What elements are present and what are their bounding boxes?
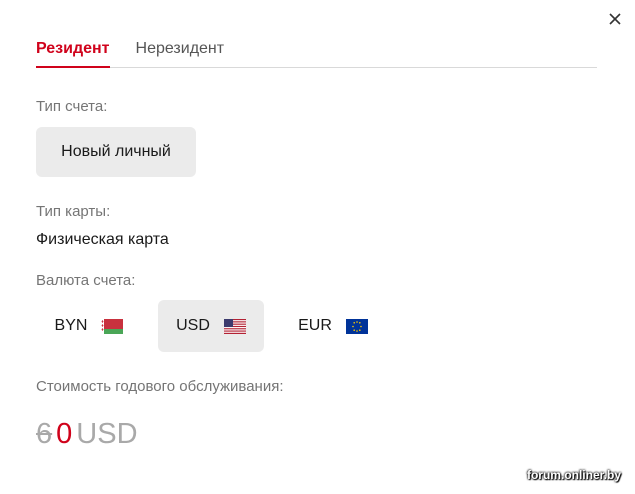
service-price: 6 0 USD — [36, 418, 138, 451]
currency-option-usd[interactable]: USD — [158, 300, 264, 352]
currency-options: BYN USD EUR — [36, 300, 402, 352]
account-type-value: Новый личный — [61, 143, 171, 160]
currency-option-eur[interactable]: EUR — [280, 300, 386, 352]
service-cost-label: Стоимость годового обслуживания: — [36, 378, 284, 395]
tab-nonresident[interactable]: Нерезидент — [136, 36, 225, 68]
usa-flag-icon — [223, 318, 246, 334]
new-price: 0 — [56, 418, 73, 450]
card-order-dialog: Резидент Нерезидент Тип счета: Новый лич… — [0, 0, 635, 494]
residency-tabs: Резидент Нерезидент — [36, 36, 597, 68]
watermark: forum.onliner.by — [526, 468, 621, 482]
price-currency: USD — [76, 418, 138, 450]
card-type-label: Тип карты: — [36, 203, 111, 220]
account-type-label: Тип счета: — [36, 98, 108, 115]
close-icon[interactable] — [604, 8, 626, 30]
currency-option-byn[interactable]: BYN — [36, 300, 142, 352]
card-type-value: Физическая карта — [36, 231, 169, 248]
currency-label: Валюта счета: — [36, 272, 136, 289]
currency-code: USD — [176, 317, 210, 334]
currency-code: BYN — [54, 317, 88, 334]
tab-resident[interactable]: Резидент — [36, 36, 110, 68]
account-type-button[interactable]: Новый личный — [36, 127, 196, 177]
old-price: 6 — [36, 418, 53, 450]
eu-flag-icon — [345, 318, 368, 334]
currency-code: EUR — [298, 317, 332, 334]
belarus-flag-icon — [101, 318, 124, 334]
